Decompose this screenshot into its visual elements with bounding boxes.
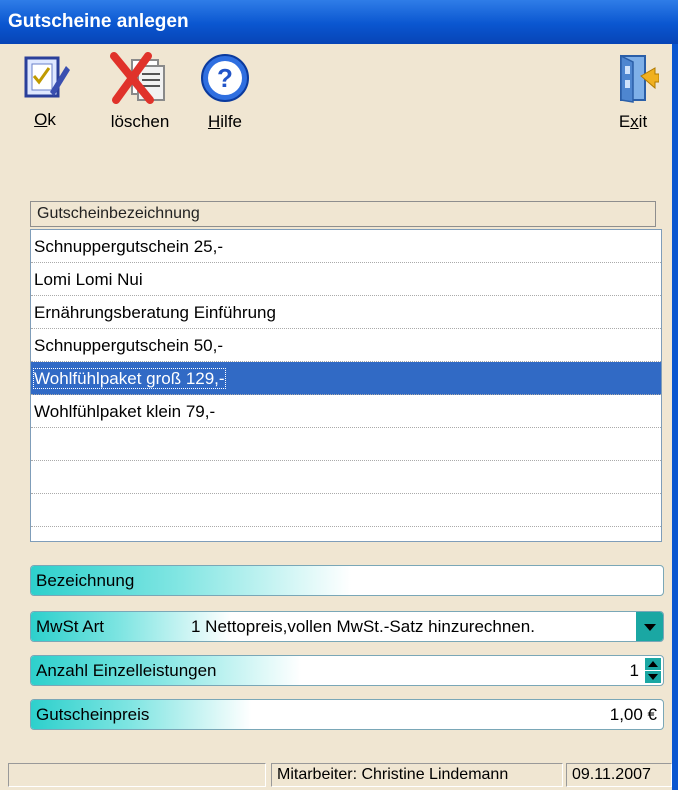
list-item-empty <box>31 461 661 494</box>
list-item[interactable]: Schnuppergutschein 25,- <box>31 230 661 263</box>
list-item[interactable]: Ernährungsberatung Einführung <box>31 296 661 329</box>
bezeichnung-label: Bezeichnung <box>31 566 351 595</box>
delete-document-icon <box>110 52 165 104</box>
window-title: Gutscheine anlegen <box>0 0 678 44</box>
ok-button[interactable]: Ok <box>10 52 80 130</box>
window-border <box>672 44 678 790</box>
status-employee: Mitarbeiter: Christine Lindemann <box>271 763 563 787</box>
help-label: Hilfe <box>207 112 242 131</box>
stepper-control[interactable] <box>645 658 661 683</box>
mwst-art-select[interactable]: MwSt Art 1 Nettopreis,vollen MwSt.-Satz … <box>30 611 664 642</box>
gutscheinpreis-value: 1,00 € <box>609 705 657 724</box>
delete-button[interactable]: löschen <box>100 52 180 132</box>
exit-door-icon <box>620 54 659 103</box>
help-icon: ? <box>201 54 249 102</box>
ok-label: Ok <box>34 110 56 129</box>
column-header-gutscheinbezeichnung[interactable]: Gutscheinbezeichnung <box>30 201 656 227</box>
exit-label: Exit <box>618 112 648 131</box>
status-panel-left <box>8 763 266 787</box>
anzahl-label: Anzahl Einzelleistungen <box>31 656 301 685</box>
list-item[interactable]: Schnuppergutschein 50,- <box>31 329 661 362</box>
list-item-selected[interactable]: Wohlfühlpaket groß 129,- <box>31 362 661 395</box>
svg-text:?: ? <box>217 63 233 93</box>
delete-label: löschen <box>110 112 170 131</box>
exit-button[interactable]: Exit <box>598 52 668 132</box>
voucher-list[interactable]: Schnuppergutschein 25,- Lomi Lomi Nui Er… <box>30 229 662 542</box>
anzahl-einzelleistungen-stepper[interactable]: Anzahl Einzelleistungen 1 <box>30 655 664 686</box>
gutscheinpreis-label: Gutscheinpreis <box>31 700 251 729</box>
list-item-empty <box>31 428 661 461</box>
stepper-up-icon[interactable] <box>645 658 661 670</box>
status-date: 09.11.2007 <box>566 763 672 787</box>
anzahl-value: 1 <box>629 661 639 680</box>
list-item-empty <box>31 494 661 527</box>
help-button[interactable]: ? Hilfe <box>190 52 260 132</box>
checklist-pen-icon <box>24 56 70 98</box>
list-item[interactable]: Wohlfühlpaket klein 79,- <box>31 395 661 428</box>
bezeichnung-field[interactable]: Bezeichnung <box>30 565 664 596</box>
stepper-down-icon[interactable] <box>645 671 661 683</box>
gutscheinpreis-field[interactable]: Gutscheinpreis 1,00 € <box>30 699 664 730</box>
mwst-art-value: 1 Nettopreis,vollen MwSt.-Satz hinzurech… <box>191 617 535 636</box>
list-item[interactable]: Lomi Lomi Nui <box>31 263 661 296</box>
chevron-down-icon[interactable] <box>636 612 663 641</box>
